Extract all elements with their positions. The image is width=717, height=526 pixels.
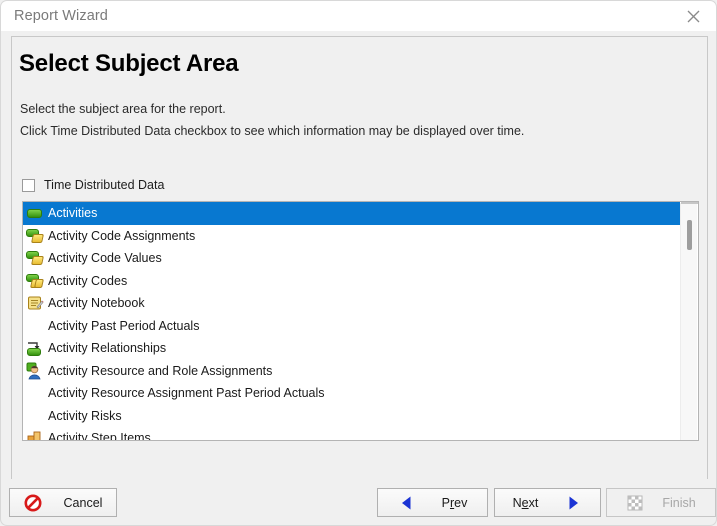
instruction-line-1: Select the subject area for the report. bbox=[20, 102, 226, 116]
right-triangle-icon bbox=[564, 494, 582, 512]
prev-button[interactable]: Prev bbox=[377, 488, 488, 517]
no-icon bbox=[26, 384, 44, 402]
list-item[interactable]: Activity Notebook bbox=[23, 292, 680, 315]
time-distributed-data-checkbox[interactable] bbox=[22, 178, 35, 192]
subject-area-list[interactable]: Activities Activity Code Assignments Act… bbox=[22, 201, 699, 441]
no-icon bbox=[26, 407, 44, 425]
list-item-label: Activity Past Period Actuals bbox=[48, 318, 200, 333]
list-item[interactable]: Activity Risks bbox=[23, 405, 680, 428]
title-bar: Report Wizard bbox=[0, 0, 717, 31]
list-item[interactable]: Activity Resource and Role Assignments bbox=[23, 360, 680, 383]
activity-code-value-icon bbox=[26, 249, 44, 267]
wizard-body: Select Subject Area Select the subject a… bbox=[0, 31, 717, 479]
no-icon bbox=[26, 317, 44, 335]
close-icon bbox=[687, 10, 699, 22]
activity-code-assignment-icon bbox=[26, 227, 44, 245]
resource-role-icon bbox=[26, 362, 44, 380]
list-item[interactable]: Activity Relationships bbox=[23, 337, 680, 360]
list-item[interactable]: Activity Step Items bbox=[23, 427, 680, 441]
notebook-icon bbox=[26, 294, 44, 312]
cancel-button[interactable]: Cancel bbox=[9, 488, 117, 517]
subject-area-list-inner: Activities Activity Code Assignments Act… bbox=[23, 202, 680, 441]
content-panel: Select Subject Area Select the subject a… bbox=[11, 36, 708, 479]
list-item-label: Activity Risks bbox=[48, 408, 122, 423]
close-button[interactable] bbox=[670, 1, 716, 31]
window-title: Report Wizard bbox=[14, 8, 108, 24]
left-triangle-icon bbox=[398, 494, 416, 512]
activity-bar-icon bbox=[26, 204, 44, 222]
step-item-icon bbox=[26, 429, 44, 440]
finish-button-label: Finish bbox=[662, 495, 696, 510]
list-item[interactable]: Activity Codes bbox=[23, 270, 680, 293]
list-item-label: Activity Resource Assignment Past Period… bbox=[48, 386, 325, 401]
scrollbar-top-cap bbox=[681, 202, 698, 204]
instruction-line-2: Click Time Distributed Data checkbox to … bbox=[20, 124, 525, 138]
cancel-prohibition-icon bbox=[24, 494, 42, 512]
report-wizard-window: Report Wizard Select Subject Area Select… bbox=[0, 0, 717, 526]
list-item-label: Activities bbox=[48, 206, 98, 221]
activity-code-icon bbox=[26, 272, 44, 290]
list-item-label: Activity Code Values bbox=[48, 251, 162, 266]
button-bar: Cancel Prev Next Finish bbox=[0, 479, 717, 526]
next-button-label: Next bbox=[512, 495, 539, 510]
checker-icon bbox=[626, 494, 644, 512]
page-title: Select Subject Area bbox=[19, 50, 239, 77]
next-button[interactable]: Next bbox=[494, 488, 601, 517]
list-item-label: Activity Notebook bbox=[48, 296, 145, 311]
cancel-button-label: Cancel bbox=[63, 495, 103, 510]
list-item[interactable]: Activity Code Values bbox=[23, 247, 680, 270]
list-item[interactable]: Activity Code Assignments bbox=[23, 225, 680, 248]
time-distributed-data-checkbox-row[interactable]: Time Distributed Data bbox=[22, 176, 164, 194]
scrollbar-thumb[interactable] bbox=[687, 220, 692, 250]
list-item[interactable]: Activities bbox=[23, 202, 680, 225]
list-item-label: Activity Relationships bbox=[48, 341, 167, 356]
finish-button[interactable]: Finish bbox=[606, 488, 716, 517]
relationship-icon bbox=[26, 339, 44, 357]
list-item-label: Activity Step Items bbox=[48, 431, 151, 441]
list-item-label: Activity Resource and Role Assignments bbox=[48, 363, 273, 378]
list-item-label: Activity Code Assignments bbox=[48, 228, 196, 243]
list-item-label: Activity Codes bbox=[48, 273, 128, 288]
prev-button-label: Prev bbox=[441, 495, 468, 510]
list-vertical-scrollbar[interactable] bbox=[680, 202, 698, 440]
list-item[interactable]: Activity Past Period Actuals bbox=[23, 315, 680, 338]
list-item[interactable]: Activity Resource Assignment Past Period… bbox=[23, 382, 680, 405]
time-distributed-data-label: Time Distributed Data bbox=[44, 178, 165, 192]
